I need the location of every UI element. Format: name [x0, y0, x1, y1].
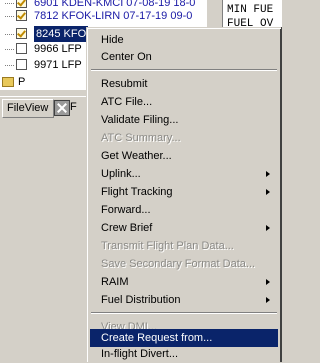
menu-item-forward[interactable]: Forward...	[90, 201, 278, 219]
menu-item-get-weather[interactable]: Get Weather...	[90, 147, 278, 165]
tree-checkbox[interactable]	[16, 59, 27, 70]
tree-connector	[5, 3, 14, 4]
menu-item-atc-file[interactable]: ATC File...	[90, 93, 278, 111]
menu-item-label: In-flight Divert...	[101, 348, 179, 360]
menu-item-save-secondary-format-data: Save Secondary Format Data...	[90, 255, 278, 273]
menu-item-uplink[interactable]: Uplink...	[90, 165, 278, 183]
text-line: MIN FUE	[227, 4, 274, 16]
tree-item-label: 8245 KFO	[32, 25, 90, 43]
tree-checkbox[interactable]	[16, 10, 27, 21]
menu-item-label: ATC File...	[101, 96, 153, 108]
left-panel-background	[0, 118, 90, 362]
close-icon[interactable]	[54, 100, 70, 116]
submenu-arrow-icon	[266, 189, 270, 195]
tree-connector	[5, 34, 14, 35]
menu-item-label: Create Request from...	[101, 332, 213, 344]
menu-item-label: Save Secondary Format Data...	[101, 258, 256, 270]
menu-item-label: Forward...	[101, 204, 151, 216]
submenu-arrow-icon	[266, 225, 270, 231]
menu-item-raim[interactable]: RAIM	[90, 273, 278, 291]
menu-item-transmit-flight-plan-data: Transmit Flight Plan Data...	[90, 237, 278, 255]
menu-item-center-on[interactable]: Center On	[90, 48, 278, 66]
menu-item-label: Validate Filing...	[101, 114, 179, 126]
tree-checkbox[interactable]	[16, 28, 27, 39]
menu-item-label: Crew Brief	[101, 222, 153, 234]
menu-item-label: Center On	[101, 51, 152, 63]
menu-item-in-flight-divert[interactable]: In-flight Divert...	[90, 345, 278, 363]
menu-item-label: RAIM	[101, 276, 129, 288]
menu-separator	[91, 69, 277, 71]
submenu-arrow-icon	[266, 279, 270, 285]
tree-item-label: 7812 KFOK-LIRN 07-17-19 09-0	[34, 10, 193, 22]
menu-item-validate-filing[interactable]: Validate Filing...	[90, 111, 278, 129]
tree-connector	[5, 49, 14, 50]
menu-item-hide[interactable]: Hide	[90, 31, 278, 49]
tree-checkbox[interactable]	[16, 0, 27, 8]
menu-item-label: ATC Summary...	[101, 132, 181, 144]
menu-item-resubmit[interactable]: Resubmit	[90, 75, 278, 93]
menu-item-label: Get Weather...	[101, 150, 172, 162]
menu-item-fuel-distribution[interactable]: Fuel Distribution	[90, 291, 278, 309]
tree-folder-label: P	[18, 76, 26, 88]
menu-item-label: Resubmit	[101, 78, 148, 90]
tree-item-label: 9971 LFP	[34, 59, 82, 71]
tab-second[interactable]: F	[70, 99, 84, 116]
menu-separator	[91, 312, 277, 314]
context-menu: Hide Center On Resubmit ATC File... Vali…	[86, 27, 281, 362]
tree-item-label: 9966 LFP	[34, 43, 82, 55]
menu-item-label: Hide	[101, 34, 124, 46]
menu-item-label: Transmit Flight Plan Data...	[101, 240, 234, 252]
submenu-arrow-icon	[266, 297, 270, 303]
tree-checkbox[interactable]	[16, 43, 27, 54]
menu-item-label: Uplink...	[101, 168, 141, 180]
tab-fileview[interactable]: FileView	[2, 99, 54, 118]
menu-item-atc-summary: ATC Summary...	[90, 129, 278, 147]
tree-connector	[5, 16, 14, 17]
tree-connector	[5, 65, 14, 66]
menu-item-flight-tracking[interactable]: Flight Tracking	[90, 183, 278, 201]
menu-item-label: Flight Tracking	[101, 186, 173, 198]
folder-icon	[2, 77, 14, 87]
submenu-arrow-icon	[266, 171, 270, 177]
menu-item-crew-brief[interactable]: Crew Brief	[90, 219, 278, 237]
menu-item-label: Fuel Distribution	[101, 294, 181, 306]
